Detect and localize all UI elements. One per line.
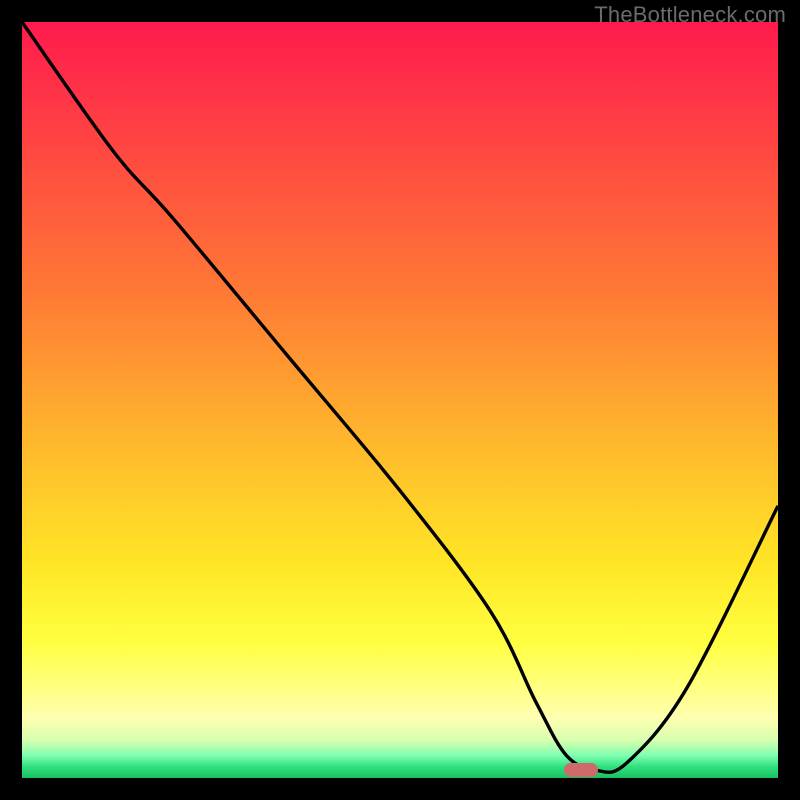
bottleneck-curve-svg bbox=[22, 22, 778, 778]
bottleneck-curve-path bbox=[22, 22, 778, 772]
optimal-marker bbox=[564, 763, 598, 777]
watermark-text: TheBottleneck.com bbox=[594, 2, 786, 28]
bottleneck-chart: TheBottleneck.com bbox=[0, 0, 800, 800]
